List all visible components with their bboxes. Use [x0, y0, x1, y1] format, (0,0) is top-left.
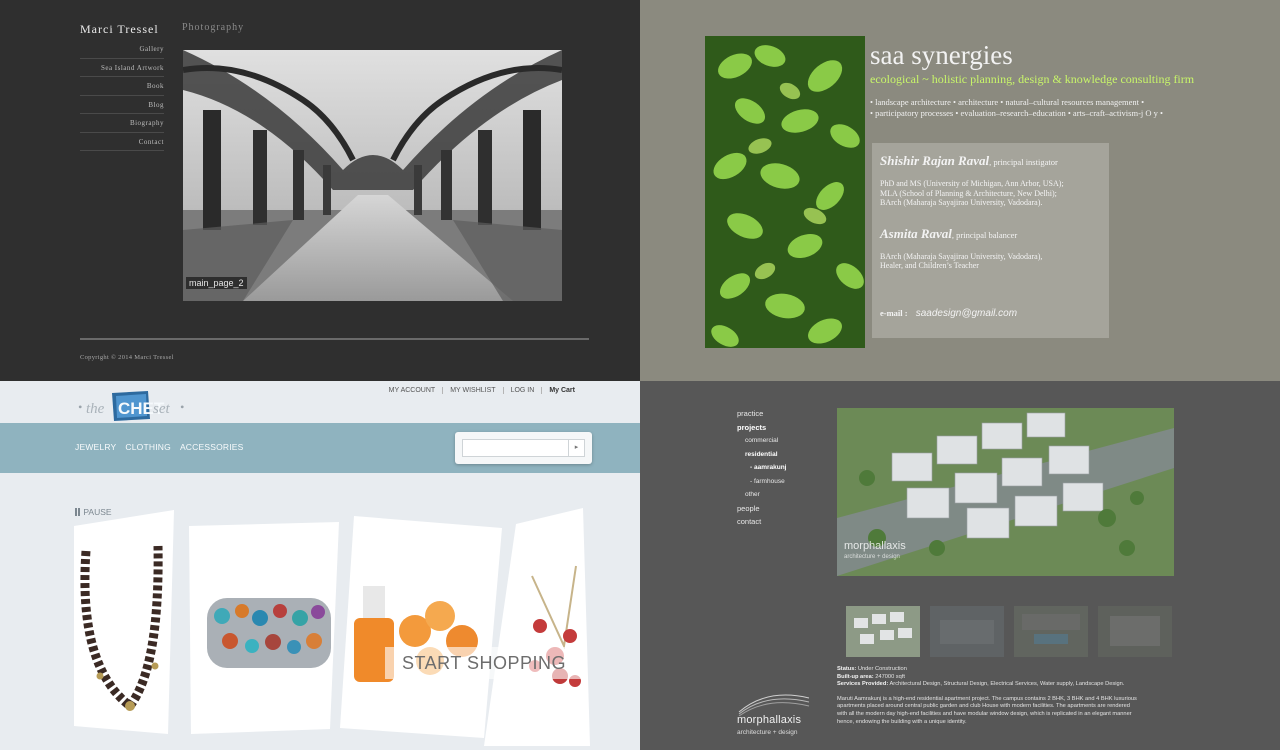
thumbnail-image[interactable] [1098, 606, 1172, 657]
nav-item-clothing[interactable]: CLOTHING [125, 442, 171, 452]
person-qualifications: PhD and MS (University of Michigan, Ann … [880, 179, 1101, 208]
nav-item-projects[interactable]: projects [737, 421, 787, 435]
page-title: Photography [182, 22, 245, 33]
slide-necklace-black[interactable] [74, 510, 174, 734]
logo-wordmark: morphallaxis [737, 714, 802, 726]
email-label: e-mail : [880, 308, 908, 318]
person-role: , principal balancer [951, 229, 1018, 240]
nav-item-commercial[interactable]: commercial [737, 434, 787, 448]
my-cart-link[interactable]: My Cart [542, 387, 582, 394]
footer-divider [80, 338, 589, 340]
hero-watermark-sub: architecture + design [844, 554, 900, 560]
svg-text:set: set [153, 401, 170, 417]
status-value: Under Construction [857, 666, 907, 672]
my-wishlist-link[interactable]: MY WISHLIST [443, 387, 504, 394]
nav-item-jewelry[interactable]: JEWELRY [75, 442, 116, 452]
my-account-link[interactable]: MY ACCOUNT [382, 387, 444, 394]
search-box: ▸ [455, 432, 592, 464]
project-info: Status: Under Construction Built-up area… [837, 666, 1137, 726]
qualification-line: Healer, and Children’s Teacher [880, 261, 979, 270]
site-logo[interactable]: • the CHET set • [76, 389, 194, 423]
svg-text:•: • [78, 400, 82, 414]
nav-item-other[interactable]: other [737, 488, 787, 502]
status-label: Status: [837, 666, 857, 672]
services-label: Services Provided: [837, 681, 889, 688]
log-in-link[interactable]: LOG IN [504, 387, 543, 394]
hero-watermark: morphallaxis [844, 540, 906, 552]
svg-text:the: the [86, 401, 105, 417]
nav-item-sea-island-artwork[interactable]: Sea Island Artwork [80, 59, 164, 77]
nav-item-book[interactable]: Book [80, 77, 164, 96]
thumbnail-image[interactable] [930, 606, 1004, 657]
nav-item-contact[interactable]: contact [737, 515, 787, 529]
account-links: MY ACCOUNT MY WISHLIST LOG IN My Cart [382, 387, 582, 394]
status-line: Status: Under Construction [837, 666, 1137, 674]
nav-item-blog[interactable]: Blog [80, 96, 164, 114]
marci-tressel-site: Marci Tressel Gallery Sea Island Artwork… [0, 0, 640, 381]
qualification-line: MLA (School of Planning & Architecture, … [880, 188, 1057, 198]
nav-item-contact[interactable]: Contact [80, 133, 164, 151]
photo-caption: main_page_2 [186, 277, 247, 289]
site-brand[interactable]: Marci Tressel [80, 22, 159, 37]
chet-set-site: • the CHET set • MY ACCOUNT MY WISHLIST … [0, 381, 640, 750]
main-nav: Gallery Sea Island Artwork Book Blog Bio… [80, 40, 164, 151]
category-bar: JEWELRY CLOTHING ACCESSORIES ▸ [0, 423, 640, 473]
services-line: • participatory processes • evaluation–r… [870, 108, 1164, 118]
builtup-label: Built-up area: [837, 673, 874, 680]
people-card: Shishir Rajan Raval, principal instigato… [872, 143, 1109, 338]
builtup-line: Built-up area: 247000 sqft [837, 674, 1137, 682]
services-value: Architectural Design, Structural Design,… [889, 681, 1125, 688]
email-link[interactable]: saadesign@gmail.com [916, 308, 1017, 319]
project-description: Maruti Aamrakunj is a high-end residenti… [837, 695, 1137, 725]
services-line: • landscape architecture • architecture … [870, 97, 1145, 107]
site-logo[interactable]: morphallaxis architecture + design [737, 686, 812, 750]
services-line: Services Provided: Architectural Design,… [837, 681, 1137, 689]
person-name: Shishir Rajan Raval, principal instigato… [880, 153, 1101, 169]
qualification-line: BArch (Maharaja Sayajirao University, Va… [880, 198, 1043, 207]
morphallaxis-site: practice projects commercial residential… [640, 381, 1280, 750]
services-list: • landscape architecture • architecture … [870, 97, 1163, 119]
product-carousel [70, 506, 590, 746]
main-nav: practice projects commercial residential… [737, 407, 787, 529]
project-thumbnails [846, 606, 1172, 657]
thumbnail-image[interactable] [1014, 606, 1088, 657]
slide-bracelet-gems[interactable] [189, 522, 339, 734]
site-tagline: ecological ~ holistic planning, design &… [870, 72, 1195, 86]
nav-item-gallery[interactable]: Gallery [80, 40, 164, 59]
nav-item-practice[interactable]: practice [737, 407, 787, 421]
nav-item-aamrakunj[interactable]: - aamrakunj [737, 461, 787, 475]
email-row: e-mail : saadesign@gmail.com [880, 308, 1017, 319]
qualification-line: BArch (Maharaja Sayajirao University, Va… [880, 251, 1043, 261]
logo-tagline: architecture + design [737, 729, 798, 736]
site-title: saa synergies [870, 40, 1013, 70]
person-qualifications: BArch (Maharaja Sayajirao University, Va… [880, 252, 1101, 271]
copyright-text: Copyright © 2014 Marci Tressel [80, 354, 174, 361]
qualification-line: PhD and MS (University of Michigan, Ann … [880, 179, 1064, 188]
person-name-text: Shishir Rajan Raval [880, 153, 990, 168]
builtup-value: 247000 sqft [875, 673, 905, 680]
person-name-text: Asmita Raval [880, 225, 952, 241]
start-shopping-button[interactable]: START SHOPPING [385, 647, 587, 679]
search-submit-button[interactable]: ▸ [568, 440, 584, 456]
thumbnail-image[interactable] [846, 606, 920, 657]
nav-item-accessories[interactable]: ACCESSORIES [180, 442, 244, 452]
oak-avenue-photo[interactable] [183, 50, 562, 301]
svg-text:•: • [180, 400, 184, 414]
search-field-wrapper: ▸ [462, 439, 585, 459]
nav-item-people[interactable]: people [737, 502, 787, 516]
person-name: Asmita Raval, principal balancer [880, 226, 1101, 242]
nav-item-biography[interactable]: Biography [80, 114, 164, 133]
nav-item-residential[interactable]: residential [737, 448, 787, 462]
project-hero-image[interactable]: morphallaxis architecture + design [837, 408, 1174, 576]
leaves-photo [705, 36, 865, 348]
search-input[interactable] [463, 442, 563, 459]
slide-orange-polish[interactable] [340, 516, 502, 738]
category-nav: JEWELRY CLOTHING ACCESSORIES [75, 442, 244, 452]
saa-synergies-site: saa synergies ecological ~ holistic plan… [640, 0, 1280, 381]
person-role: , principal instigator [989, 157, 1058, 167]
nav-item-farmhouse[interactable]: - farmhouse [737, 475, 787, 489]
